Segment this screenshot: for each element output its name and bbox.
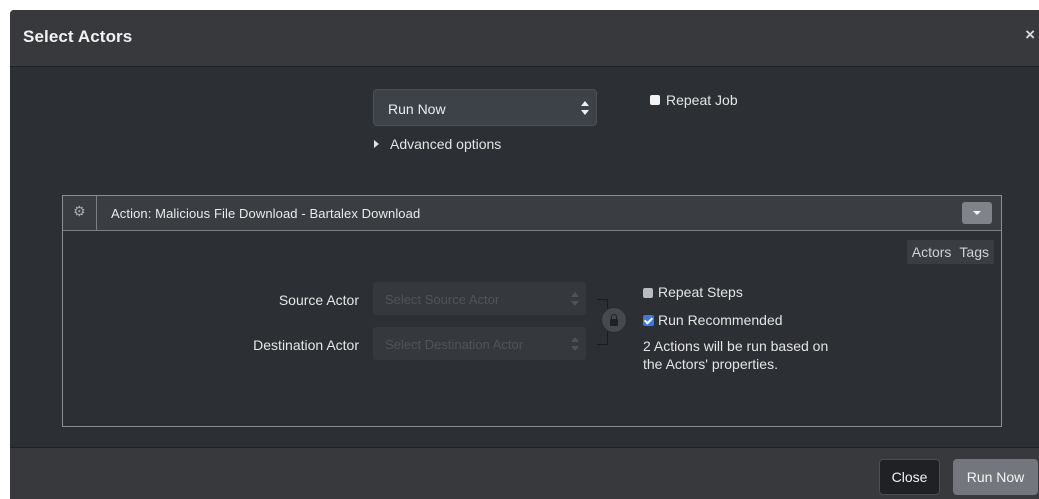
modal-title: Select Actors xyxy=(23,27,133,46)
action-settings-button[interactable]: ⚙ xyxy=(63,196,97,230)
repeat-job-label[interactable]: Repeat Job xyxy=(666,92,738,108)
modal-footer: Close Run Now xyxy=(10,447,1039,499)
action-dropdown-button[interactable] xyxy=(962,202,992,224)
repeat-steps-label[interactable]: Repeat Steps xyxy=(658,284,743,300)
destination-actor-select[interactable]: Select Destination Actor xyxy=(373,327,586,360)
source-actor-placeholder: Select Source Actor xyxy=(385,292,500,307)
caret-right-icon[interactable] xyxy=(374,140,379,148)
run-info-line-1: 2 Actions will be run based on xyxy=(643,338,829,354)
schedule-select[interactable]: Run Now xyxy=(373,89,597,126)
advanced-options-toggle[interactable]: Advanced options xyxy=(390,136,501,152)
select-arrows-icon xyxy=(570,292,580,306)
close-icon[interactable]: × xyxy=(1025,25,1035,45)
source-actor-select[interactable]: Select Source Actor xyxy=(373,282,586,315)
tab-tags[interactable]: Tags xyxy=(959,244,989,260)
action-panel: ⚙ Action: Malicious File Download - Bart… xyxy=(62,195,1002,427)
action-header: ⚙ Action: Malicious File Download - Bart… xyxy=(63,196,1001,231)
run-recommended-checkbox[interactable] xyxy=(643,315,654,326)
select-arrows-icon xyxy=(570,337,580,351)
action-tabs: Actors Tags xyxy=(906,240,994,264)
close-button[interactable]: Close xyxy=(879,459,940,495)
destination-actor-label: Destination Actor xyxy=(253,337,359,353)
repeat-job-checkbox[interactable] xyxy=(650,95,660,105)
run-info-line-2: the Actors' properties. xyxy=(643,356,778,372)
select-arrows-icon xyxy=(580,101,590,115)
schedule-select-value: Run Now xyxy=(388,101,446,117)
action-title: Action: Malicious File Download - Bartal… xyxy=(111,206,421,221)
source-actor-label: Source Actor xyxy=(278,292,359,308)
run-now-button[interactable]: Run Now xyxy=(953,459,1038,495)
repeat-steps-checkbox[interactable] xyxy=(643,288,653,298)
lock-toggle-button[interactable] xyxy=(601,307,627,333)
modal-header: Select Actors × xyxy=(10,10,1039,67)
select-actors-modal: Select Actors × Run Now Repeat Job Advan… xyxy=(10,10,1039,499)
run-recommended-label[interactable]: Run Recommended xyxy=(658,312,783,328)
tab-actors[interactable]: Actors xyxy=(912,244,952,260)
gear-icon: ⚙ xyxy=(73,203,86,219)
destination-actor-placeholder: Select Destination Actor xyxy=(385,337,524,352)
